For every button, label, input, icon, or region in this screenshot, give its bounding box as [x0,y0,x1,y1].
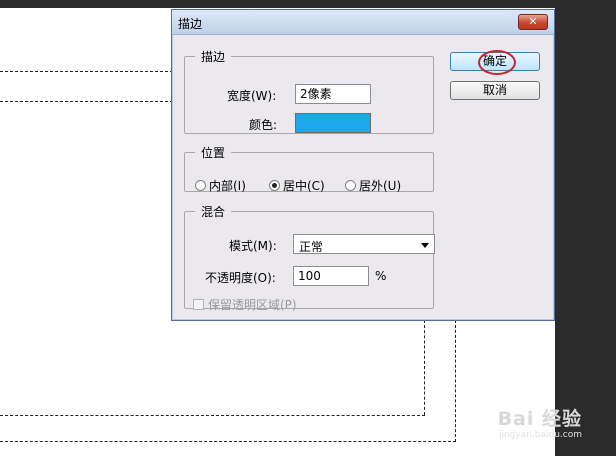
selection-edge [0,415,425,416]
chevron-down-icon [421,243,429,248]
radio-selected-icon [269,180,280,191]
mode-label: 模式(M): [229,239,277,253]
opacity-label: 不透明度(O): [205,271,276,285]
stroke-group: 描边 宽度(W): 2像素 颜色: [184,48,434,134]
cancel-button[interactable]: 取消 [450,81,540,100]
opacity-input[interactable]: 100 [293,266,369,286]
selection-edge [424,320,425,415]
radio-icon [345,180,356,191]
dialog-title: 描边 [178,17,203,31]
color-swatch[interactable] [295,113,371,133]
stroke-legend: 描边 [201,50,226,64]
watermark-brand: Bai 经验 [497,408,582,430]
radio-center-label: 居中(C) [283,179,325,193]
color-label: 颜色: [249,118,278,132]
preserve-transparency-checkbox[interactable]: 保留透明区域(P) [193,296,297,313]
ok-button[interactable]: 确定 [450,52,540,71]
stroke-dialog: 描边 ✕ 描边 宽度(W): 2像素 颜色: 位置 内部(I) 居中(C) 居外… [171,9,555,321]
radio-outside[interactable]: 居外(U) [345,177,401,194]
radio-outside-label: 居外(U) [359,179,402,193]
width-label: 宽度(W): [227,89,277,103]
radio-icon [195,180,206,191]
watermark: Bai 经验 jingyan.baidu.com [498,410,582,440]
blend-group: 混合 模式(M): 正常 不透明度(O): 100 % 保留透明区域(P) [184,203,435,312]
width-input[interactable]: 2像素 [295,84,371,104]
selection-edge [0,101,183,102]
blend-legend: 混合 [201,205,226,219]
blend-mode-value: 正常 [299,240,324,254]
checkbox-icon [193,299,204,310]
preserve-transparency-label: 保留透明区域(P) [208,298,297,312]
close-button[interactable]: ✕ [518,14,548,30]
watermark-url: jingyan.baidu.com [498,430,582,440]
position-legend: 位置 [201,146,226,160]
selection-edge [0,71,183,72]
selection-edge [455,320,456,442]
close-icon: ✕ [528,15,538,28]
opacity-unit: % [375,269,387,283]
blend-mode-select[interactable]: 正常 [293,234,435,254]
radio-inside-label: 内部(I) [209,179,246,193]
radio-inside[interactable]: 内部(I) [195,177,246,194]
selection-edge [0,441,456,442]
radio-center[interactable]: 居中(C) [269,177,325,194]
dialog-titlebar[interactable]: 描边 ✕ [172,10,554,35]
position-group: 位置 内部(I) 居中(C) 居外(U) [184,144,434,194]
